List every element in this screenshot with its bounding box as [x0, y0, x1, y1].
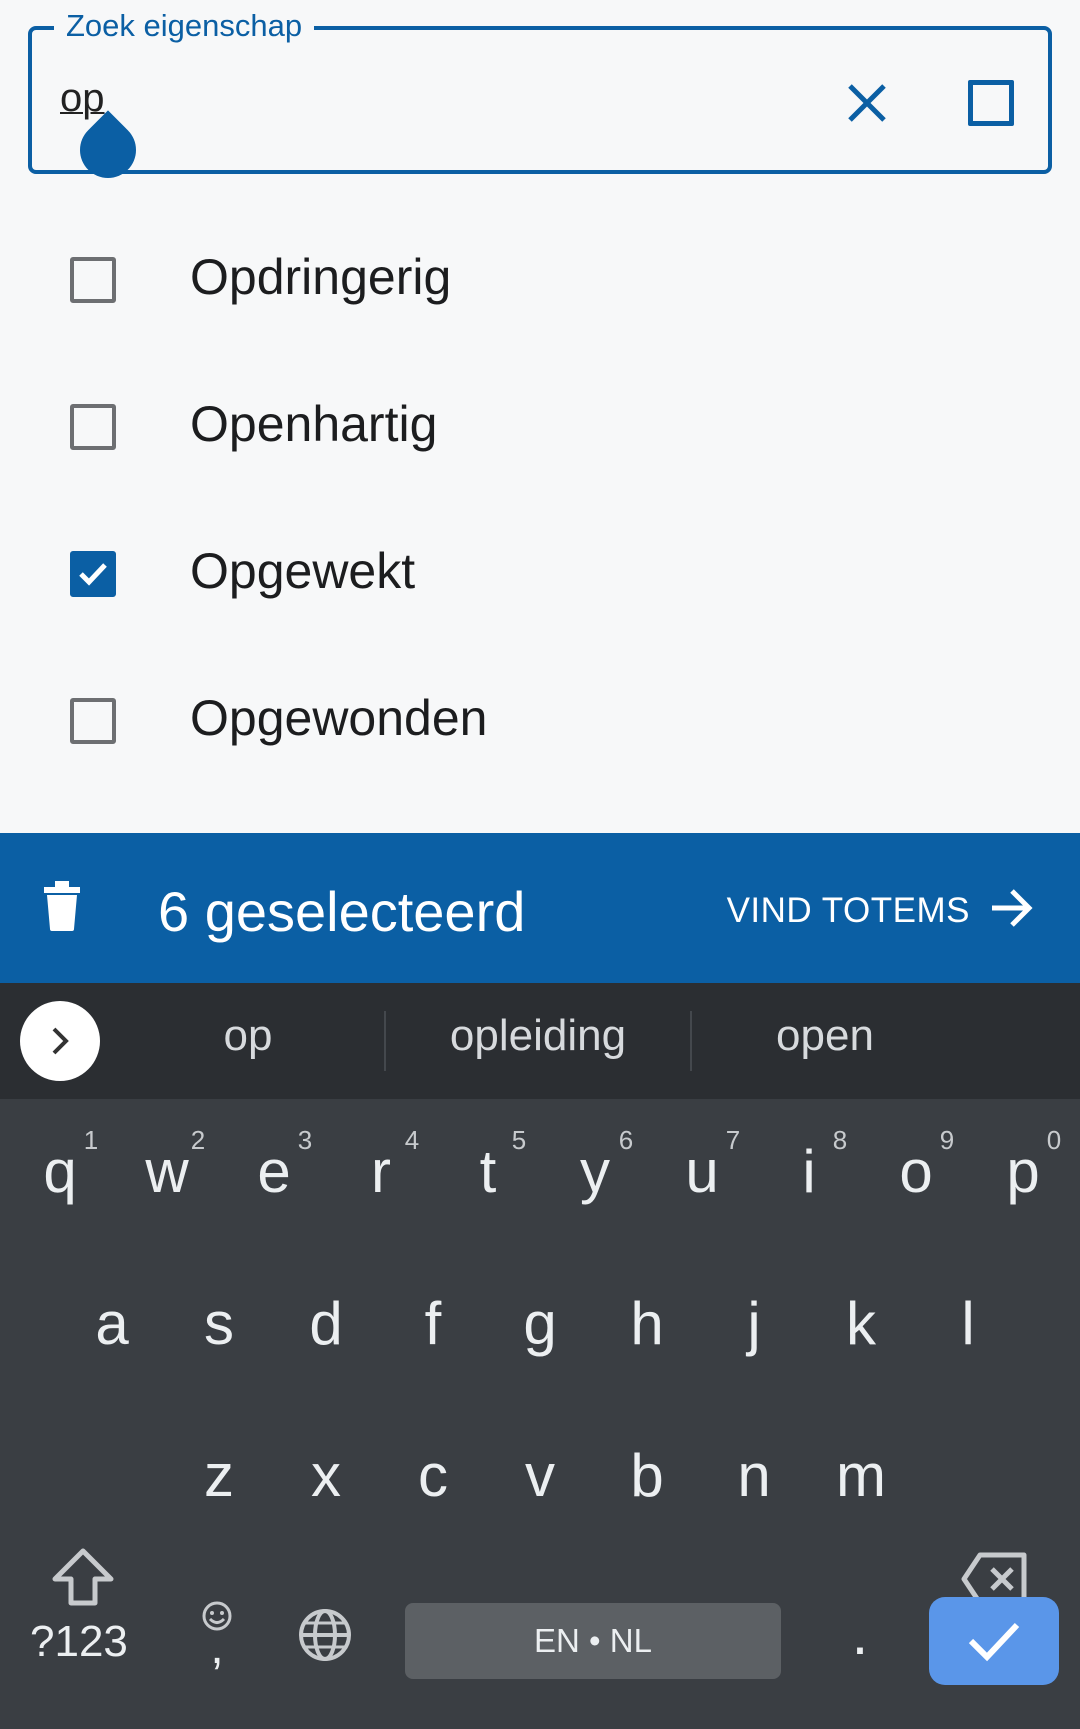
key-f[interactable]: f — [388, 1289, 478, 1358]
key-hint: 4 — [404, 1125, 420, 1155]
key-j[interactable]: j — [709, 1289, 799, 1358]
search-field[interactable]: Zoek eigenschap op — [28, 4, 1052, 190]
chevron-right-icon[interactable] — [20, 1001, 100, 1081]
search-label: Zoek eigenschap — [54, 4, 315, 48]
key-k[interactable]: k — [816, 1289, 906, 1358]
key-s[interactable]: s — [174, 1289, 264, 1358]
key-d[interactable]: d — [281, 1289, 371, 1358]
option-label: Opdringerig — [190, 249, 452, 305]
key-x[interactable]: x — [281, 1441, 371, 1510]
checkbox-unchecked-icon[interactable] — [70, 257, 116, 303]
globe-icon[interactable] — [280, 1607, 370, 1677]
selected-count: 6 geselecteerd — [158, 880, 526, 943]
on-screen-keyboard: ?123 , EN • NL . q1w2e3r4t5y6u7i8o9p0asd… — [0, 1099, 1080, 1729]
search-input[interactable]: op — [60, 76, 105, 121]
key-z[interactable]: z — [174, 1441, 264, 1510]
key-hint: 6 — [618, 1125, 634, 1155]
emoji-comma-key[interactable]: , — [172, 1599, 262, 1674]
key-a[interactable]: a — [67, 1289, 157, 1358]
option-row[interactable]: Openhartig — [0, 353, 1080, 499]
comma-label: , — [210, 1621, 224, 1674]
key-l[interactable]: l — [923, 1289, 1013, 1358]
option-row[interactable]: Opdringerig — [0, 206, 1080, 352]
key-hint: 0 — [1046, 1125, 1062, 1155]
suggestion-2[interactable]: opleiding — [418, 1011, 658, 1061]
key-g[interactable]: g — [495, 1289, 585, 1358]
checkbox-unchecked-icon[interactable] — [70, 698, 116, 744]
keyboard-suggestion-bar: op opleiding open — [0, 983, 1080, 1099]
period-key[interactable]: . — [815, 1599, 905, 1668]
option-label: Opgewonden — [190, 690, 488, 746]
checkbox-outline-icon[interactable] — [968, 80, 1014, 126]
checkmark-icon — [968, 1622, 1020, 1662]
checkbox-checked-icon[interactable] — [70, 551, 116, 597]
suggestion-divider — [690, 1011, 692, 1071]
key-hint: 1 — [83, 1125, 99, 1155]
key-hint: 3 — [297, 1125, 313, 1155]
trash-icon[interactable] — [42, 881, 82, 936]
symbols-key[interactable]: ?123 — [30, 1617, 128, 1667]
option-row[interactable]: Opgewekt — [0, 500, 1080, 646]
key-n[interactable]: n — [709, 1441, 799, 1510]
key-c[interactable]: c — [388, 1441, 478, 1510]
key-hint: 7 — [725, 1125, 741, 1155]
key-m[interactable]: m — [816, 1441, 906, 1510]
suggestion-divider — [384, 1011, 386, 1071]
option-row[interactable]: Opgewonden — [0, 647, 1080, 793]
enter-key[interactable] — [929, 1597, 1059, 1685]
option-label: Opgewekt — [190, 543, 416, 599]
text-cursor-handle[interactable] — [68, 110, 148, 190]
checkbox-unchecked-icon[interactable] — [70, 404, 116, 450]
key-hint: 8 — [832, 1125, 848, 1155]
key-hint: 9 — [939, 1125, 955, 1155]
selection-action-bar: 6 geselecteerd VIND TOTEMS — [0, 833, 1080, 983]
key-hint: 2 — [190, 1125, 206, 1155]
suggestion-1[interactable]: op — [178, 1011, 318, 1061]
option-label: Openhartig — [190, 396, 438, 452]
space-key[interactable]: EN • NL — [405, 1603, 781, 1679]
arrow-right-icon[interactable] — [988, 885, 1034, 936]
suggestion-3[interactable]: open — [740, 1011, 910, 1061]
shift-icon[interactable] — [38, 1547, 128, 1621]
close-icon[interactable] — [844, 80, 890, 126]
key-b[interactable]: b — [602, 1441, 692, 1510]
key-hint: 5 — [511, 1125, 527, 1155]
find-totems-button[interactable]: VIND TOTEMS — [727, 891, 970, 931]
key-v[interactable]: v — [495, 1441, 585, 1510]
key-h[interactable]: h — [602, 1289, 692, 1358]
